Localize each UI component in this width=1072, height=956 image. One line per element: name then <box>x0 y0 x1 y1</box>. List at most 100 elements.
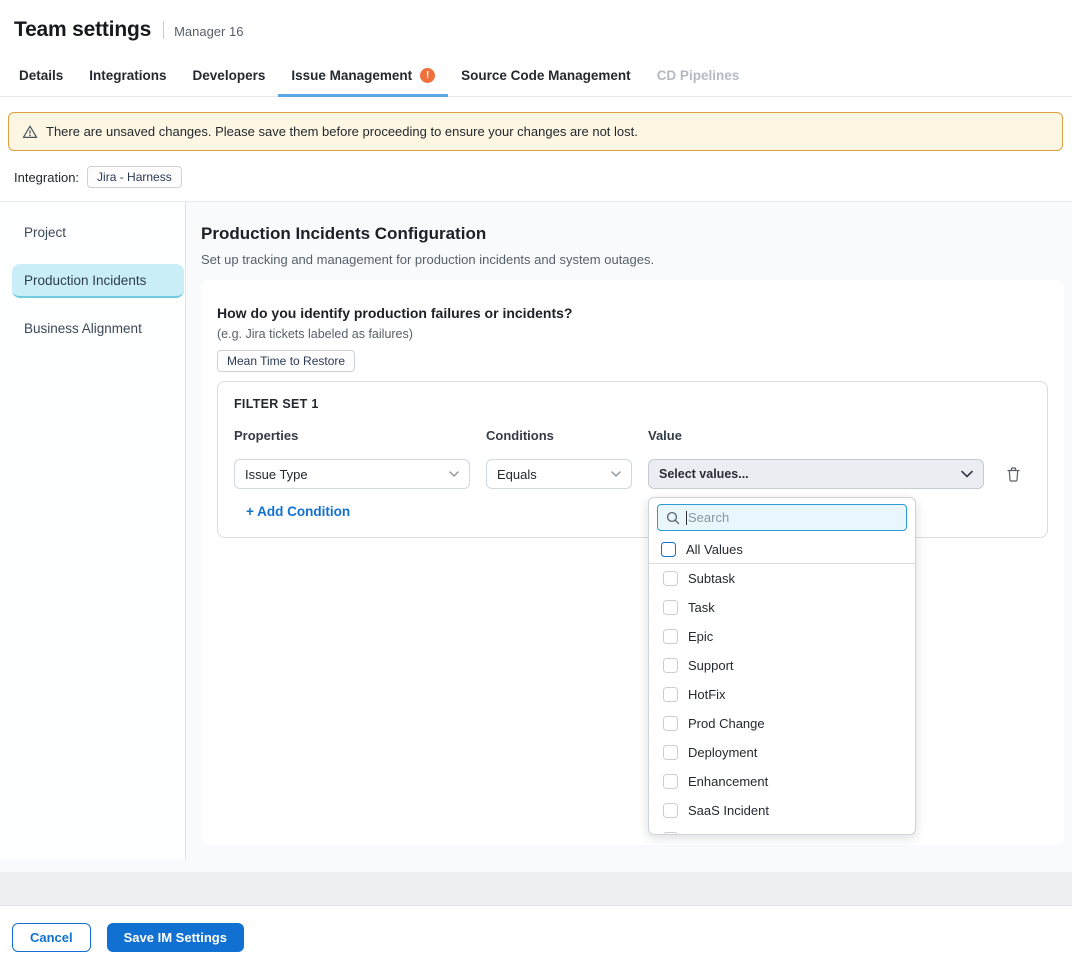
delete-condition-button[interactable] <box>1004 465 1022 483</box>
checkbox-epic[interactable] <box>663 629 678 644</box>
tab-developers-label: Developers <box>193 68 266 83</box>
page-header: Team settings Manager 16 <box>0 0 1072 56</box>
option-prod-change[interactable]: Prod Change <box>649 709 915 738</box>
tab-cd-pipelines: CD Pipelines <box>644 56 753 97</box>
checkbox-task[interactable] <box>663 600 678 615</box>
option-hotfix-label: HotFix <box>688 687 726 702</box>
dropdown-search-input[interactable]: Search <box>657 504 907 531</box>
option-all-values-label: All Values <box>686 542 743 557</box>
value-multiselect[interactable]: Select values... <box>648 459 984 489</box>
checkbox-support[interactable] <box>663 658 678 673</box>
footer-actions: Cancel Save IM Settings <box>0 905 1072 956</box>
checkbox-customer-notification[interactable] <box>663 832 678 835</box>
option-epic[interactable]: Epic <box>649 622 915 651</box>
main-panel: Production Incidents Configuration Set u… <box>186 202 1072 872</box>
unsaved-changes-banner: There are unsaved changes. Please save t… <box>8 112 1063 151</box>
filter-condition-row: Issue Type Equals Select values... <box>234 459 1031 489</box>
checkbox-hotfix[interactable] <box>663 687 678 702</box>
title-separator <box>163 21 164 39</box>
incidents-config-card: How do you identify production failures … <box>201 280 1064 845</box>
tab-issue-management-label: Issue Management <box>291 68 412 83</box>
metric-chip[interactable]: Mean Time to Restore <box>217 350 355 372</box>
option-support-label: Support <box>688 658 734 673</box>
text-caret <box>686 511 687 525</box>
option-deployment-label: Deployment <box>688 745 757 760</box>
content-region: Project Production Incidents Business Al… <box>0 201 1072 872</box>
section-title: Production Incidents Configuration <box>201 224 1064 244</box>
option-saas-incident-label: SaaS Incident <box>688 803 769 818</box>
section-subtitle: Set up tracking and management for produ… <box>201 252 1064 267</box>
tab-integrations-label: Integrations <box>89 68 166 83</box>
trash-icon <box>1006 466 1021 483</box>
tab-source-code-management-label: Source Code Management <box>461 68 631 83</box>
save-im-settings-button[interactable]: Save IM Settings <box>107 923 244 952</box>
option-customer-notification-label: Customer Notification <box>688 832 812 835</box>
option-hotfix[interactable]: HotFix <box>649 680 915 709</box>
checkbox-enhancement[interactable] <box>663 774 678 789</box>
option-all-values[interactable]: All Values <box>649 536 915 564</box>
filter-column-headers: Properties Conditions Value <box>234 428 1031 443</box>
sidebar-item-production-incidents[interactable]: Production Incidents <box>12 264 184 298</box>
option-subtask-label: Subtask <box>688 571 735 586</box>
value-column-label: Value <box>648 428 984 443</box>
option-subtask[interactable]: Subtask <box>649 564 915 593</box>
option-enhancement[interactable]: Enhancement <box>649 767 915 796</box>
option-customer-notification[interactable]: Customer Notification <box>649 825 915 835</box>
config-sidebar: Project Production Incidents Business Al… <box>0 202 186 860</box>
option-saas-incident[interactable]: SaaS Incident <box>649 796 915 825</box>
checkbox-subtask[interactable] <box>663 571 678 586</box>
properties-select[interactable]: Issue Type <box>234 459 470 489</box>
search-icon <box>666 511 680 525</box>
team-name-label: Manager 16 <box>174 21 243 39</box>
bottom-spacer <box>0 872 1072 905</box>
value-select-wrap: Select values... <box>648 459 984 489</box>
conditions-select-value: Equals <box>497 467 537 482</box>
chevron-down-icon <box>611 471 621 477</box>
unsaved-warning-badge-icon: ! <box>420 68 435 83</box>
tab-integrations[interactable]: Integrations <box>76 56 179 97</box>
conditions-column-label: Conditions <box>486 428 632 443</box>
team-settings-page: Team settings Manager 16 Details Integra… <box>0 0 1072 956</box>
checkbox-deployment[interactable] <box>663 745 678 760</box>
unsaved-changes-text: There are unsaved changes. Please save t… <box>46 124 638 139</box>
tab-issue-management[interactable]: Issue Management ! <box>278 56 448 97</box>
warning-triangle-icon <box>22 124 38 140</box>
option-deployment[interactable]: Deployment <box>649 738 915 767</box>
integration-label: Integration: <box>14 170 79 185</box>
properties-column-label: Properties <box>234 428 470 443</box>
checkbox-saas-incident[interactable] <box>663 803 678 818</box>
tab-source-code-management[interactable]: Source Code Management <box>448 56 644 97</box>
page-title: Team settings <box>14 18 151 42</box>
filter-set-title: FILTER SET 1 <box>234 397 1031 411</box>
tab-details-label: Details <box>19 68 63 83</box>
properties-select-value: Issue Type <box>245 467 308 482</box>
sidebar-item-project-label: Project <box>24 225 66 240</box>
add-condition-button[interactable]: + Add Condition <box>246 504 350 519</box>
tab-cd-pipelines-label: CD Pipelines <box>657 68 740 83</box>
checkbox-prod-change[interactable] <box>663 716 678 731</box>
option-prod-change-label: Prod Change <box>688 716 765 731</box>
filter-set-card: FILTER SET 1 Properties Conditions Value… <box>217 381 1048 538</box>
sidebar-item-project[interactable]: Project <box>12 216 184 250</box>
option-task[interactable]: Task <box>649 593 915 622</box>
search-placeholder-text: Search <box>688 510 729 525</box>
chevron-down-icon <box>449 471 459 477</box>
cancel-button[interactable]: Cancel <box>12 923 91 952</box>
question-heading: How do you identify production failures … <box>217 305 1048 321</box>
option-epic-label: Epic <box>688 629 713 644</box>
sidebar-item-production-incidents-label: Production Incidents <box>24 273 146 288</box>
integration-row: Integration: Jira - Harness <box>14 165 1072 189</box>
tab-details[interactable]: Details <box>6 56 76 97</box>
integration-chip[interactable]: Jira - Harness <box>87 166 182 188</box>
chevron-down-icon <box>961 470 973 478</box>
question-hint: (e.g. Jira tickets labeled as failures) <box>217 327 1048 341</box>
settings-tabbar: Details Integrations Developers Issue Ma… <box>0 56 1072 97</box>
value-select-placeholder: Select values... <box>659 467 749 481</box>
option-support[interactable]: Support <box>649 651 915 680</box>
conditions-select[interactable]: Equals <box>486 459 632 489</box>
sidebar-item-business-alignment[interactable]: Business Alignment <box>12 312 184 346</box>
tab-developers[interactable]: Developers <box>180 56 279 97</box>
checkbox-all-values[interactable] <box>661 542 676 557</box>
sidebar-item-business-alignment-label: Business Alignment <box>24 321 142 336</box>
option-task-label: Task <box>688 600 715 615</box>
